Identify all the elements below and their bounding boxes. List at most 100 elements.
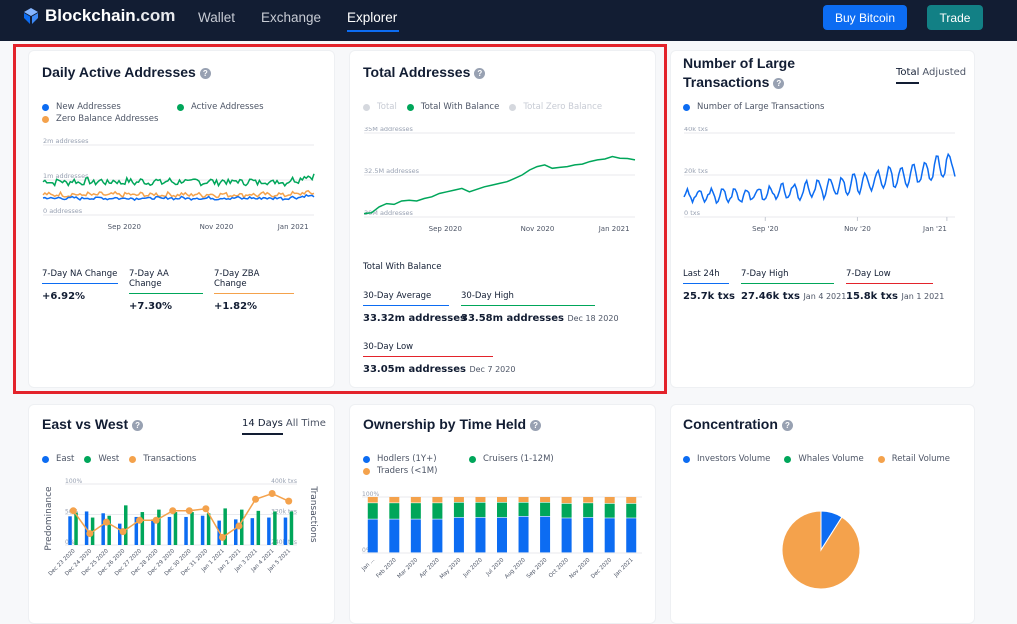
legend-label: Hodlers (1Y+) (377, 454, 437, 464)
help-icon[interactable]: ? (773, 77, 785, 89)
legend-dot-icon (469, 455, 476, 463)
legend-item[interactable]: Zero Balance Addresses (42, 113, 158, 125)
daily-active-title: Daily Active Addresses (42, 64, 196, 80)
transactions-point (252, 495, 260, 503)
stat-value: 33.58m addresses (461, 313, 564, 324)
stat-30d-high: 30-Day High 33.58m addresses Dec 18 2020 (461, 291, 619, 324)
help-icon[interactable]: ? (199, 67, 211, 79)
east-west-title: East vs West (42, 416, 129, 432)
legend-item[interactable]: Transactions (129, 453, 196, 465)
bar-segment-traders (367, 497, 378, 503)
legend-dot-icon (509, 103, 517, 111)
stat-value: 25.7k txs (683, 291, 735, 302)
help-icon[interactable]: ? (474, 67, 486, 79)
legend-item[interactable]: West (84, 453, 119, 465)
x-tick-label: Feb 2020 (375, 557, 398, 580)
legend-item[interactable]: East (42, 453, 74, 465)
bar-segment-cruisers (626, 503, 637, 518)
stat-last-24h: Last 24h 25.7k txs (683, 269, 735, 302)
legend-item[interactable]: Hodlers (1Y+) (363, 453, 459, 465)
stat-label: 7-Day Low (846, 269, 933, 284)
transactions-point (136, 516, 144, 524)
series-line-number-of-large-transactions (683, 152, 956, 205)
legend-label: Retail Volume (891, 454, 951, 464)
nav-explorer[interactable]: Explorer (347, 10, 397, 25)
transactions-point (235, 522, 243, 530)
east-west-card: East vs West? 14 Days All Time East West… (28, 404, 335, 624)
help-icon[interactable]: ? (132, 419, 144, 431)
series-line-total-with-balance (363, 155, 636, 215)
bar-west (173, 512, 178, 545)
legend-item[interactable]: Investors Volume (683, 453, 770, 465)
bar-segment-traders (583, 497, 594, 503)
daily-active-chart[interactable]: 0 addresses 1m addresses 2m addresses Sep 2… (41, 137, 326, 247)
bar-east (101, 513, 105, 545)
legend-item[interactable]: Retail Volume (877, 453, 951, 465)
bar-east (200, 515, 205, 545)
legend-item[interactable]: Total (363, 101, 397, 113)
east-west-legend: East West Transactions (42, 453, 206, 465)
bar-segment-cruisers (432, 503, 443, 519)
legend-item[interactable]: Whales Volume (784, 453, 864, 465)
brand-logo[interactable]: Blockchain .com (22, 6, 175, 26)
bar-segment-cruisers (410, 503, 421, 519)
legend-label: Total (377, 102, 397, 112)
x-tick-label: May 2020 (439, 557, 463, 581)
daily-active-card: Daily Active Addresses? New Addresses Ac… (28, 50, 335, 388)
transactions-point (218, 533, 226, 541)
legend-item[interactable]: Cruisers (1-12M) (469, 453, 554, 465)
total-addresses-legend: Total Total With Balance Total Zero Bala… (363, 101, 653, 113)
ownership-chart[interactable]: 0%100%Jan ... Feb 2020Mar 2020 Apr 2020May… (358, 489, 650, 609)
legend-dot-icon (42, 455, 49, 463)
stat-value: 33.32m addresses (363, 313, 466, 324)
total-addresses-card: Total Addresses? Total Total With Balanc… (349, 50, 656, 388)
stat-value: +7.30% (129, 301, 173, 312)
help-icon[interactable]: ? (530, 419, 542, 431)
concentration-pie-chart[interactable] (771, 500, 871, 600)
help-icon[interactable]: ? (781, 419, 793, 431)
y-tick-label: 100% (362, 491, 379, 498)
legend-item[interactable]: Total With Balance (406, 101, 499, 113)
bar-segment-hodlers (518, 516, 529, 553)
tab-total[interactable]: Total (896, 67, 920, 84)
legend-item[interactable]: Total Zero Balance (509, 101, 602, 113)
east-west-chart[interactable]: 0%240k txs50%320k txs100%400k txsPredomi… (35, 473, 333, 609)
bar-segment-hodlers (432, 519, 443, 553)
bar-west (157, 509, 161, 545)
nav-wallet[interactable]: Wallet (198, 10, 235, 25)
y-tick-label: 2m addresses (43, 137, 89, 145)
nav-exchange[interactable]: Exchange (261, 10, 321, 25)
stat-value: +6.92% (42, 291, 86, 302)
bar-segment-hodlers (410, 519, 421, 553)
tab-all-time[interactable]: All Time (286, 418, 326, 435)
legend-item[interactable]: Active Addresses (177, 101, 264, 113)
bar-west (206, 513, 211, 545)
legend-label: West (98, 454, 120, 464)
stat-30d-low: 30-Day Low 33.05m addresses Dec 7 2020 (363, 342, 515, 375)
stat-label: Last 24h (683, 269, 729, 284)
stat-label: 30-Day Average (363, 291, 449, 306)
y-left-axis-label: Predominance (44, 486, 54, 551)
large-tx-title-line2: Transactions (683, 74, 770, 90)
concentration-legend: Investors Volume Whales Volume Retail Vo… (683, 453, 960, 465)
blockchain-logo-icon (24, 8, 38, 24)
legend-dot-icon (683, 455, 690, 463)
bar-east (283, 517, 288, 545)
bar-east (68, 516, 72, 545)
trade-button[interactable]: Trade (927, 5, 983, 30)
stat-value: 27.46k txs (741, 291, 800, 302)
tab-adjusted[interactable]: Adjusted (922, 67, 966, 84)
tab-14-days[interactable]: 14 Days (242, 418, 283, 435)
bar-east (184, 516, 188, 545)
legend-item[interactable]: New Addresses (42, 101, 167, 113)
buy-bitcoin-button[interactable]: Buy Bitcoin (823, 5, 907, 30)
total-addresses-chart[interactable]: 30M addresses32.5M addresses35M addresse… (362, 127, 647, 247)
x-tick-label: Jan '21 (922, 225, 947, 233)
bar-segment-cruisers (583, 503, 594, 518)
legend-item[interactable]: Number of Large Transactions (683, 101, 824, 113)
large-tx-chart[interactable]: 0 txs 20k txs 40k txs Sep '20 Nov '20 Jan '21 (682, 127, 967, 247)
x-tick-label: Sep 2020 (429, 225, 462, 233)
bar-segment-cruisers (453, 502, 464, 518)
legend-item[interactable]: Traders (<1M) (363, 465, 437, 477)
ownership-title: Ownership by Time Held (363, 416, 527, 432)
